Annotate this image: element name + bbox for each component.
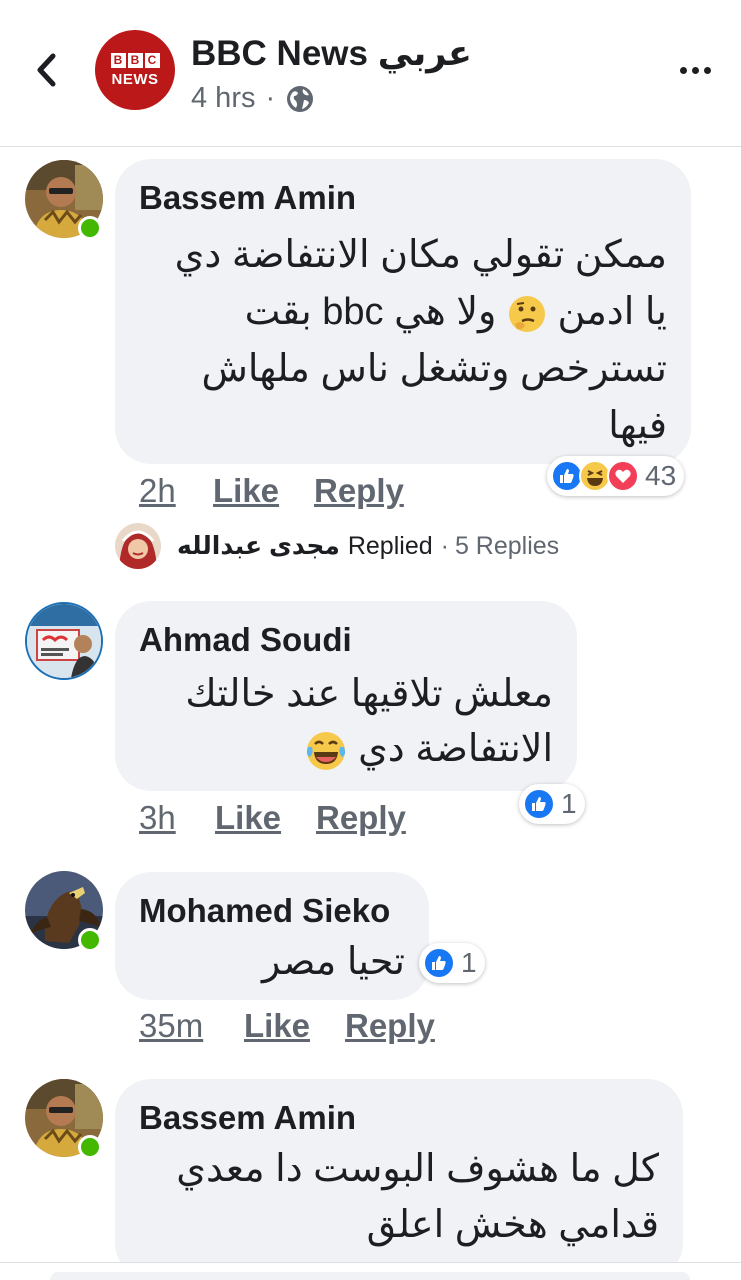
comment-text-line: تسترخص وتشغل ناس ملهاش (201, 348, 667, 390)
avatar-photo (27, 604, 101, 678)
reaction-count: 43 (645, 460, 677, 491)
comment-composer-input[interactable] (50, 1272, 690, 1280)
comment-text-segment: ولا هي bbc بقت (244, 291, 497, 333)
post-header: B B C NEWS BBC News عربي 4 hrs · (0, 0, 741, 147)
globe-icon (287, 85, 314, 112)
comments-screen: B B C NEWS BBC News عربي 4 hrs · Bassem … (0, 0, 741, 1280)
comment-author[interactable]: Ahmad Soudi (139, 621, 352, 659)
more-dot (691, 66, 699, 74)
post-time[interactable]: 4 hrs (191, 82, 255, 115)
comment-time[interactable]: 3h (139, 799, 176, 837)
bbc-blocks: B B C (110, 52, 160, 68)
like-button[interactable]: Like (244, 1007, 310, 1045)
post-meta: 4 hrs · (191, 82, 315, 115)
comment-bubble[interactable]: Bassem Amin كل ما هشوف البوست دا معدي قد… (115, 1079, 683, 1279)
reaction-summary[interactable]: 1 (419, 943, 485, 983)
reply-button[interactable]: Reply (345, 1007, 435, 1045)
reaction-count: 1 (461, 947, 477, 978)
comment-text-line: فيها (608, 405, 667, 447)
replies-count: 5 Replies (454, 531, 560, 560)
comment-text-segment: الانتفاضة دي (358, 728, 553, 770)
chevron-left-icon (37, 53, 56, 87)
avatar[interactable] (25, 602, 103, 680)
comment-time[interactable]: 35m (139, 1007, 203, 1045)
online-indicator (78, 928, 102, 952)
online-indicator (78, 1135, 102, 1159)
comment-text-segment: يا ادمن (557, 291, 667, 333)
comment-text-line: يا ادمن ولا هي bbc بقت (245, 284, 667, 341)
more-dot (679, 66, 687, 74)
like-button[interactable]: Like (213, 472, 279, 510)
comment-text-line: تحيا مصر (262, 941, 405, 983)
reply-button[interactable]: Reply (316, 799, 406, 837)
reply-button[interactable]: Reply (314, 472, 404, 510)
reply-avatar (115, 523, 161, 569)
replied-label: Replied (347, 531, 433, 560)
like-reaction-icon (523, 788, 555, 820)
back-button[interactable] (28, 50, 64, 90)
bbc-news-logo[interactable]: B B C NEWS (95, 30, 175, 110)
comment-text-line: الانتفاضة دي (304, 721, 553, 778)
replier-name: مجدى عبدالله (177, 532, 340, 560)
comment-text-line: ممكن تقولي مكان الانتفاضة دي (174, 234, 667, 276)
comment-author[interactable]: Mohamed Sieko (139, 892, 390, 930)
meta-separator: · (265, 82, 276, 114)
love-reaction-icon (607, 460, 639, 492)
logo-news-word: NEWS (111, 70, 159, 88)
more-dot (703, 66, 711, 74)
comment-text-line: معلش تلاقيها عند خالتك (185, 673, 553, 715)
reaction-count: 1 (561, 788, 577, 819)
tears-of-joy-emoji (306, 731, 345, 770)
online-indicator (78, 216, 102, 240)
comment-text-line: قدامي هخش اعلق (366, 1204, 659, 1246)
like-reaction-icon (423, 947, 455, 979)
thinking-face-emoji (508, 295, 545, 332)
like-button[interactable]: Like (215, 799, 281, 837)
replies-separator: · (440, 531, 449, 560)
comment-bubble[interactable]: Mohamed Sieko تحيا مصر (115, 872, 429, 1000)
reaction-summary[interactable]: 1 (519, 784, 585, 824)
page-name[interactable]: BBC News عربي (191, 34, 472, 74)
more-options-button[interactable] (670, 55, 720, 85)
comment-bubble[interactable]: Bassem Amin ممكن تقولي مكان الانتفاضة دي… (115, 159, 691, 464)
view-replies-link[interactable]: مجدى عبدالله Replied · 5 Replies (115, 521, 559, 571)
comment-author[interactable]: Bassem Amin (139, 1099, 356, 1137)
comment-bubble[interactable]: Ahmad Soudi معلش تلاقيها عند خالتك الانت… (115, 601, 577, 791)
comment-text-line: كل ما هشوف البوست دا معدي (176, 1148, 659, 1190)
comment-time[interactable]: 2h (139, 472, 176, 510)
reaction-summary[interactable]: 43 (547, 456, 685, 496)
comment-author[interactable]: Bassem Amin (139, 179, 356, 217)
